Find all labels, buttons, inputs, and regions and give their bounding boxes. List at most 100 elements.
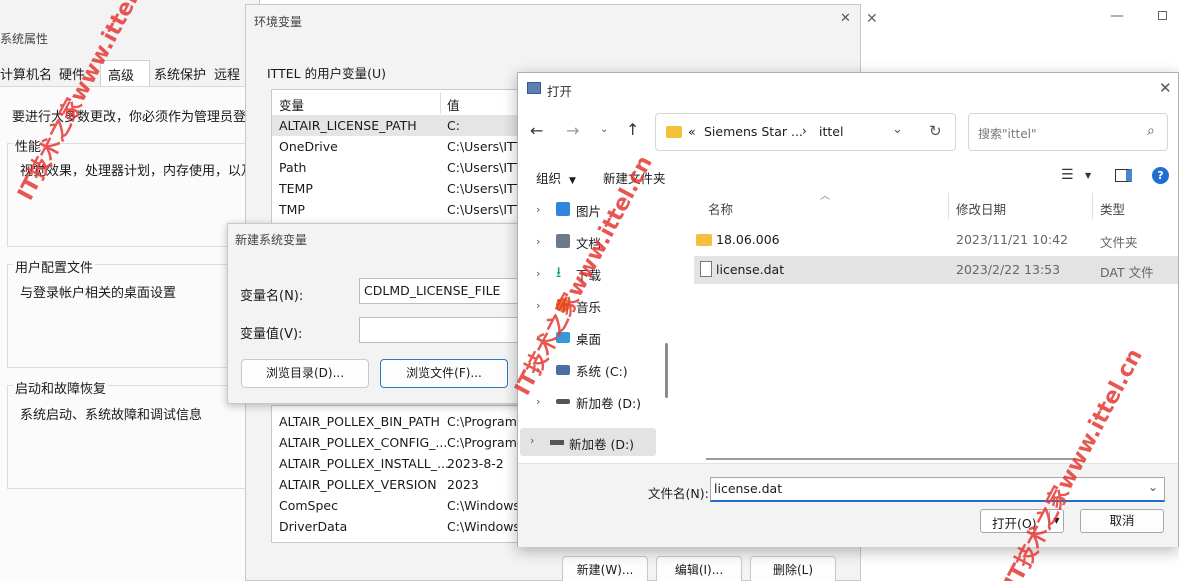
edit-button[interactable]: 编辑(I)... bbox=[656, 556, 742, 581]
var-name: DriverData bbox=[279, 519, 348, 534]
nav-item[interactable]: › 新加卷 (D:) bbox=[518, 387, 674, 417]
col-divider bbox=[1092, 193, 1093, 219]
tab-remote[interactable]: 远程 bbox=[214, 64, 240, 83]
close-icon[interactable]: ✕ bbox=[1159, 79, 1172, 97]
startup-desc: 系统启动、系统故障和调试信息 bbox=[20, 408, 203, 423]
chevron-down-icon[interactable]: ⌄ bbox=[1148, 480, 1158, 494]
up-icon[interactable]: ↑ bbox=[626, 120, 639, 139]
var-name: ComSpec bbox=[279, 498, 338, 513]
variable-name-label: 变量名(N): bbox=[240, 289, 304, 304]
chevron-right-icon[interactable]: › bbox=[530, 434, 534, 447]
chevron-right-icon[interactable]: › bbox=[536, 395, 540, 408]
list-item-selected[interactable]: license.dat 2023/2/22 13:53 DAT 文件 bbox=[694, 256, 1178, 284]
var-value: C:\ProgramD bbox=[447, 435, 517, 450]
sort-arrow-icon: ︿ bbox=[820, 191, 830, 202]
breadcrumb-overflow[interactable]: « bbox=[688, 124, 696, 139]
env-window-title: 环境变量 bbox=[254, 15, 303, 29]
forward-icon[interactable]: → bbox=[566, 121, 579, 140]
view-options-icon[interactable]: ☰ bbox=[1061, 167, 1074, 183]
tab-system-protection[interactable]: 系统保护 bbox=[154, 64, 206, 83]
chevron-right-icon[interactable]: › bbox=[536, 299, 540, 312]
file-name: license.dat bbox=[716, 262, 785, 277]
var-name: ALTAIR_POLLEX_CONFIG_... bbox=[279, 435, 448, 450]
tab-advanced-label: 高级 bbox=[108, 69, 135, 84]
view-dropdown-icon[interactable]: ▼ bbox=[1085, 171, 1091, 180]
nav-label: 桌面 bbox=[576, 332, 602, 347]
env-close-icon[interactable]: ✕ bbox=[840, 11, 851, 26]
horizontal-scrollbar[interactable] bbox=[706, 458, 1076, 460]
drive-d-icon bbox=[556, 399, 570, 404]
refresh-icon[interactable]: ↻ bbox=[929, 122, 942, 140]
preview-pane-icon[interactable] bbox=[1115, 169, 1132, 182]
var-name: TEMP bbox=[279, 181, 313, 196]
variable-value-input[interactable] bbox=[359, 317, 534, 343]
organize-button[interactable]: 组织 ▼ bbox=[536, 168, 576, 187]
drive-c-icon bbox=[556, 365, 570, 375]
col-divider bbox=[440, 92, 441, 114]
col-header-name[interactable]: 名称 bbox=[708, 199, 733, 218]
cancel-button[interactable]: 取消 bbox=[1080, 509, 1164, 533]
documents-icon bbox=[556, 234, 570, 248]
newvar-title: 新建系统变量 bbox=[235, 233, 308, 247]
user-vars-label: ITTEL 的用户变量(U) bbox=[267, 66, 386, 81]
var-name: Path bbox=[279, 160, 307, 175]
var-value: 2023 bbox=[447, 477, 479, 492]
var-value: C:\Users\ITT bbox=[447, 139, 517, 154]
bg-minimize-icon[interactable]: — bbox=[1110, 8, 1124, 24]
breadcrumb-item[interactable]: Siemens Star ... bbox=[704, 124, 803, 139]
bg-close-icon[interactable]: ✕ bbox=[866, 11, 878, 27]
address-dropdown-icon[interactable]: ⌄ bbox=[892, 122, 903, 137]
chevron-right-icon[interactable]: › bbox=[536, 235, 540, 248]
var-name: ALTAIR_LICENSE_PATH bbox=[279, 118, 417, 133]
chevron-down-icon: ▼ bbox=[569, 176, 576, 186]
var-name: ALTAIR_POLLEX_INSTALL_... bbox=[279, 456, 449, 471]
app-icon bbox=[527, 82, 541, 94]
search-placeholder: 搜索"ittel" bbox=[978, 127, 1037, 141]
bg-restore-icon[interactable] bbox=[1158, 11, 1167, 20]
delete-button[interactable]: 删除(L) bbox=[750, 556, 836, 581]
nav-label: 系统 (C:) bbox=[576, 364, 628, 379]
profile-label: 用户配置文件 bbox=[13, 257, 96, 276]
filename-value: license.dat bbox=[714, 481, 783, 496]
filename-input[interactable]: license.dat ⌄ bbox=[710, 477, 1165, 502]
file-type: DAT 文件 bbox=[1100, 265, 1154, 280]
open-dialog-title: 打开 bbox=[547, 84, 573, 99]
nav-item-selected[interactable]: › 新加卷 (D:) bbox=[520, 428, 656, 456]
filename-label: 文件名(N): bbox=[648, 486, 709, 501]
pictures-icon bbox=[556, 202, 570, 216]
new-button[interactable]: 新建(W)... bbox=[562, 556, 648, 581]
user-col-header-val[interactable]: 值 bbox=[447, 95, 460, 114]
var-value: C:\Windows\ bbox=[447, 519, 517, 534]
list-item[interactable]: 18.06.006 2023/11/21 10:42 文件夹 bbox=[694, 226, 1178, 254]
organize-label: 组织 bbox=[536, 171, 562, 186]
browse-file-button[interactable]: 浏览文件(F)... bbox=[380, 359, 508, 388]
var-name: ALTAIR_POLLEX_BIN_PATH bbox=[279, 414, 440, 429]
col-header-type[interactable]: 类型 bbox=[1100, 199, 1125, 218]
drive-d-icon bbox=[550, 440, 564, 445]
new-system-variable-dialog: 新建系统变量 变量名(N): CDLMD_LICENSE_FILE 变量值(V)… bbox=[227, 223, 534, 404]
file-date: 2023/11/21 10:42 bbox=[956, 232, 1069, 247]
chevron-right-icon[interactable]: › bbox=[536, 267, 540, 280]
browse-directory-button[interactable]: 浏览目录(D)... bbox=[241, 359, 369, 388]
var-value: C:\Users\ITT bbox=[447, 202, 517, 217]
address-bar[interactable]: « Siemens Star ... › ittel ⌄ ↻ bbox=[655, 113, 956, 151]
file-type: 文件夹 bbox=[1100, 235, 1138, 250]
col-header-date[interactable]: 修改日期 bbox=[956, 199, 1006, 218]
search-icon[interactable]: ⌕ bbox=[1147, 123, 1155, 139]
file-date: 2023/2/22 13:53 bbox=[956, 262, 1061, 277]
file-name: 18.06.006 bbox=[716, 232, 780, 247]
back-icon[interactable]: ← bbox=[530, 121, 543, 140]
variable-name-input[interactable]: CDLMD_LICENSE_FILE bbox=[359, 278, 534, 304]
breadcrumb-item[interactable]: ittel bbox=[819, 124, 843, 139]
variable-value-label: 变量值(V): bbox=[240, 327, 303, 342]
recent-locations-chevron-icon[interactable]: ⌄ bbox=[600, 124, 608, 135]
tab-computer-name[interactable]: 计算机名 bbox=[0, 64, 52, 83]
search-input[interactable]: 搜索"ittel" ⌕ bbox=[968, 113, 1168, 151]
var-value: 2023-8-2 bbox=[447, 456, 504, 471]
help-icon[interactable]: ? bbox=[1152, 167, 1169, 184]
nav-scrollbar[interactable] bbox=[665, 343, 668, 398]
chevron-right-icon[interactable]: › bbox=[536, 203, 540, 216]
startup-label: 启动和故障恢复 bbox=[13, 378, 109, 397]
user-col-header-var[interactable]: 变量 bbox=[279, 95, 304, 114]
window-title: 系统属性 bbox=[0, 32, 49, 46]
